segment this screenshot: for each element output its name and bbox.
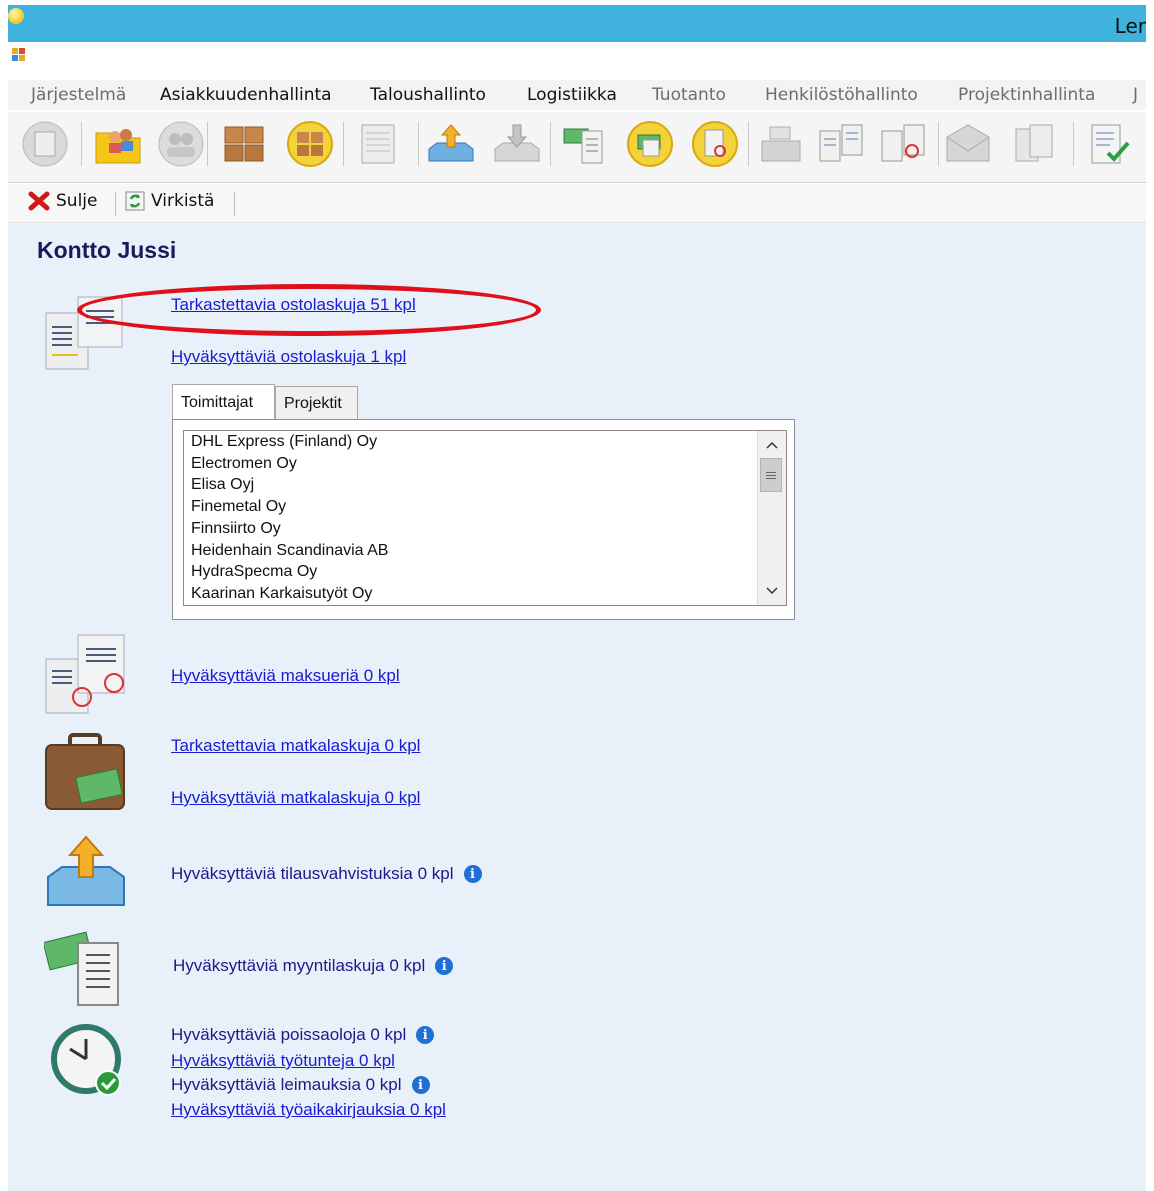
menu-jarjestelma[interactable]: Järjestelmä bbox=[31, 85, 126, 105]
list-item[interactable]: HydraSpecma Oy bbox=[191, 561, 786, 583]
highlight-ellipse bbox=[77, 284, 541, 336]
money-circle-icon[interactable] bbox=[625, 119, 675, 169]
menu-overflow[interactable]: J bbox=[1133, 85, 1138, 105]
supplier-list[interactable]: DHL Express (Finland) Oy Electromen Oy E… bbox=[183, 430, 787, 606]
purchase-approve-link[interactable]: Hyväksyttäviä ostolaskuja 1 kpl bbox=[171, 347, 406, 367]
people-circle-icon[interactable] bbox=[156, 119, 206, 169]
app-menu-icon[interactable] bbox=[12, 48, 26, 62]
documents-icon[interactable] bbox=[1010, 119, 1060, 169]
command-separator bbox=[234, 192, 235, 216]
page-title: Kontto Jussi bbox=[37, 237, 177, 263]
command-bar: Sulje Virkistä bbox=[8, 184, 1146, 223]
info-icon[interactable]: i bbox=[416, 1026, 435, 1044]
boxes-icon[interactable] bbox=[220, 119, 270, 169]
chevron-down-icon bbox=[766, 587, 778, 595]
payment-batches-link[interactable]: Hyväksyttäviä maksueriä 0 kpl bbox=[171, 666, 400, 686]
travel-approve-link[interactable]: Hyväksyttäviä matkalaskuja 0 kpl bbox=[171, 788, 420, 808]
absences-label: Hyväksyttäviä poissaoloja 0 kpl bbox=[171, 1025, 407, 1044]
receipt-circle-icon[interactable] bbox=[690, 119, 740, 169]
list-item[interactable]: Finnsiirto Oy bbox=[191, 518, 786, 540]
info-icon[interactable]: i bbox=[411, 1076, 430, 1094]
menu-tuotanto[interactable]: Tuotanto bbox=[652, 85, 726, 105]
menu-bar: Järjestelmä Asiakkuudenhallinta Talousha… bbox=[8, 80, 1146, 110]
list-scrollbar[interactable] bbox=[757, 431, 786, 605]
money-receipt-icon[interactable] bbox=[560, 119, 610, 169]
close-label: Sulje bbox=[56, 191, 98, 211]
folder-people-icon[interactable] bbox=[93, 119, 143, 169]
refresh-label: Virkistä bbox=[151, 191, 215, 211]
chevron-up-icon bbox=[766, 441, 778, 449]
menu-logistiikka[interactable]: Logistiikka bbox=[527, 85, 617, 105]
list-item[interactable]: Heidenhain Scandinavia AB bbox=[191, 540, 786, 562]
stamps-row: Hyväksyttäviä leimauksia 0 kpl i bbox=[171, 1075, 430, 1095]
close-icon bbox=[28, 191, 50, 211]
absences-row: Hyväksyttäviä poissaoloja 0 kpl i bbox=[171, 1025, 435, 1045]
list-item[interactable]: Kaarinan Karkaisutyöt Oy bbox=[191, 583, 786, 605]
toolbar-separator bbox=[343, 122, 344, 166]
envelope-icon[interactable] bbox=[943, 119, 993, 169]
document-icon[interactable] bbox=[20, 119, 70, 169]
content-panel: Kontto Jussi Tarkastettavia ostolaskuja … bbox=[8, 223, 1146, 1191]
briefcase-money-icon bbox=[45, 733, 125, 810]
info-icon[interactable]: i bbox=[463, 865, 482, 883]
toolbar bbox=[8, 112, 1146, 183]
checklist-icon[interactable] bbox=[1084, 119, 1134, 169]
app-orb-icon[interactable] bbox=[8, 8, 24, 24]
close-button[interactable]: Sulje bbox=[28, 191, 97, 211]
stamps-label: Hyväksyttäviä leimauksia 0 kpl bbox=[171, 1075, 402, 1094]
upload-tray-icon[interactable] bbox=[426, 119, 476, 169]
tab-toimittajat[interactable]: Toimittajat bbox=[172, 384, 275, 420]
window-edge bbox=[1146, 0, 1154, 1191]
report-chart-icon[interactable] bbox=[878, 119, 928, 169]
tab-panel: DHL Express (Finland) Oy Electromen Oy E… bbox=[172, 419, 795, 620]
download-tray-icon[interactable] bbox=[492, 119, 542, 169]
title-bar: Ler bbox=[8, 5, 1146, 42]
ledger-icon[interactable] bbox=[353, 119, 403, 169]
travel-review-link[interactable]: Tarkastettavia matkalaskuja 0 kpl bbox=[171, 736, 420, 756]
list-item[interactable]: Finemetal Oy bbox=[191, 496, 786, 518]
toolbar-separator bbox=[550, 122, 551, 166]
info-icon[interactable]: i bbox=[435, 957, 454, 975]
menu-henkilostohallinto[interactable]: Henkilöstöhallinto bbox=[765, 85, 918, 105]
scroll-up-button[interactable] bbox=[758, 433, 786, 457]
toolbar-separator bbox=[748, 122, 749, 166]
scroll-down-button[interactable] bbox=[758, 579, 786, 603]
refresh-icon bbox=[125, 191, 145, 211]
menu-taloushallinto[interactable]: Taloushallinto bbox=[370, 85, 486, 105]
order-confirmations-label: Hyväksyttäviä tilausvahvistuksia 0 kpl bbox=[171, 864, 454, 883]
list-item[interactable]: Electromen Oy bbox=[191, 453, 786, 475]
menu-asiakkuudenhallinta[interactable]: Asiakkuudenhallinta bbox=[160, 85, 332, 105]
payment-batches-icon bbox=[45, 634, 125, 714]
window-title: Ler bbox=[1114, 14, 1146, 38]
list-item[interactable]: Elisa Oyj bbox=[191, 474, 786, 496]
order-confirmations-row: Hyväksyttäviä tilausvahvistuksia 0 kpl i bbox=[171, 864, 482, 884]
tab-projektit[interactable]: Projektit bbox=[275, 386, 358, 420]
toolbar-separator bbox=[1073, 122, 1074, 166]
upload-tray-icon bbox=[47, 835, 125, 906]
menu-projektinhallinta[interactable]: Projektinhallinta bbox=[958, 85, 1095, 105]
work-hours-link[interactable]: Hyväksyttäviä työtunteja 0 kpl bbox=[171, 1051, 395, 1071]
toolbar-separator bbox=[207, 122, 208, 166]
toolbar-separator bbox=[418, 122, 419, 166]
money-receipt-icon bbox=[44, 931, 119, 1006]
refresh-button[interactable]: Virkistä bbox=[125, 191, 214, 211]
toolbar-separator bbox=[81, 122, 82, 166]
report-icon[interactable] bbox=[816, 119, 866, 169]
sales-invoices-label: Hyväksyttäviä myyntilaskuja 0 kpl bbox=[173, 956, 426, 975]
clock-check-icon bbox=[51, 1024, 121, 1096]
toolbar-separator bbox=[938, 122, 939, 166]
boxes-circle-icon[interactable] bbox=[285, 119, 335, 169]
cash-register-icon[interactable] bbox=[756, 119, 806, 169]
command-separator bbox=[115, 192, 116, 216]
timesheet-entries-link[interactable]: Hyväksyttäviä työaikakirjauksia 0 kpl bbox=[171, 1100, 446, 1120]
scroll-thumb[interactable] bbox=[760, 458, 782, 492]
list-item[interactable]: DHL Express (Finland) Oy bbox=[191, 431, 786, 453]
sales-invoices-row: Hyväksyttäviä myyntilaskuja 0 kpl i bbox=[173, 956, 454, 976]
